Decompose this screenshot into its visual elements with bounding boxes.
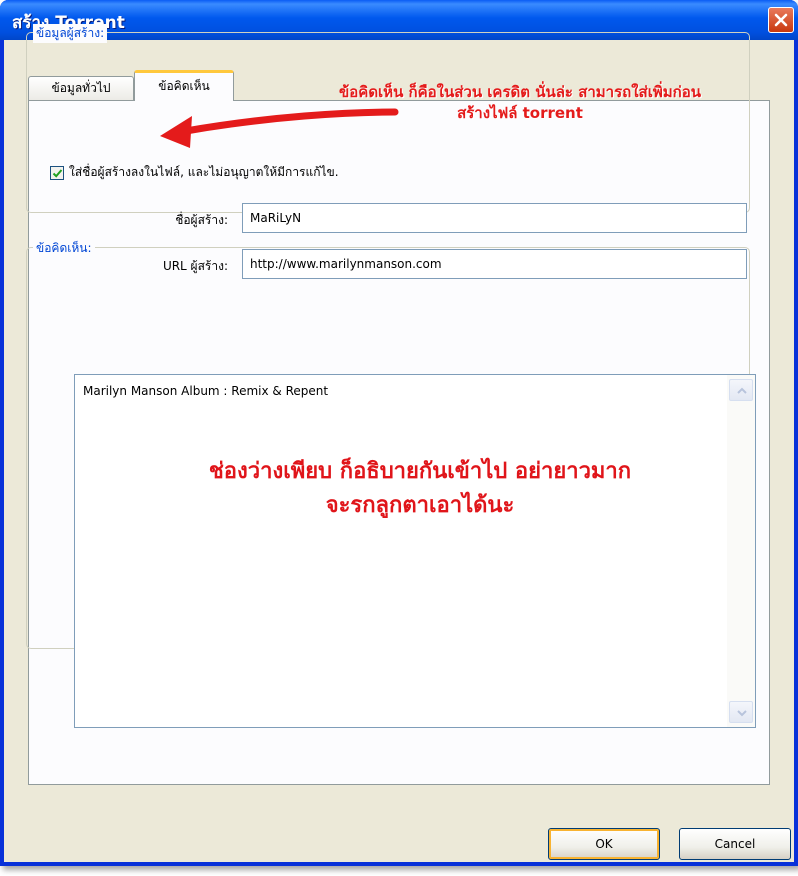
annotation-middle-line2: จะรกลูกตาเอาได้นะ [325, 493, 515, 518]
tab-comments[interactable]: ข้อคิดเห็น [134, 70, 234, 101]
close-button[interactable] [768, 7, 794, 33]
close-icon [774, 13, 788, 27]
comments-textarea[interactable]: Marilyn Manson Album : Remix & Repent [74, 374, 756, 728]
red-arrow-icon [160, 108, 399, 148]
comments-group-title: ข้อคิดเห็น: [33, 239, 95, 258]
annotation-middle-line1: ช่องว่างเพียบ ก็อธิบายกันเข้าไป อย่ายาวม… [208, 459, 632, 484]
creator-group-title: ข้อมูลผู้สร้าง: [33, 24, 108, 43]
chevron-down-icon [737, 710, 747, 717]
creator-name-label: ชื่อผู้สร้าง: [175, 213, 228, 227]
comments-text: Marilyn Manson Album : Remix & Repent [83, 384, 329, 398]
cancel-button[interactable]: Cancel [679, 828, 791, 860]
embed-creator-label: ใส่ชื่อผู้สร้างลงในไฟล์, และไม่อนุญาตให้… [69, 165, 339, 179]
scroll-up-button[interactable] [729, 379, 753, 401]
comments-scrollbar[interactable] [727, 375, 755, 727]
annotation-middle: ช่องว่างเพียบ ก็อธิบายกันเข้าไป อย่ายาวม… [80, 455, 760, 523]
chevron-up-icon [737, 387, 747, 394]
checkmark-icon [52, 169, 63, 178]
ok-button[interactable]: OK [548, 828, 660, 860]
scroll-down-button[interactable] [729, 701, 753, 723]
embed-creator-checkbox[interactable] [50, 166, 64, 180]
creator-name-input[interactable]: MaRiLyN [242, 203, 747, 233]
